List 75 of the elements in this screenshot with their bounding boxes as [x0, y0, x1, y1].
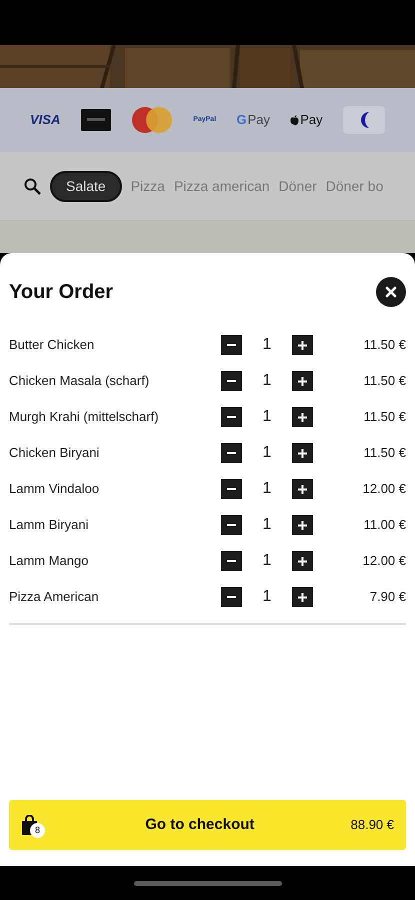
item-price: 12.00 € — [362, 480, 406, 498]
item-name: Pizza American — [9, 588, 100, 606]
minus-icon — [227, 524, 236, 526]
search-icon[interactable] — [24, 178, 41, 194]
checkout-button[interactable]: 8 Go to checkout 88.90 € — [9, 800, 406, 850]
sheet-title: Your Order — [9, 280, 114, 305]
plus-icon — [298, 376, 307, 386]
item-quantity: 1 — [262, 587, 272, 607]
item-quantity: 1 — [262, 335, 272, 355]
item-name: Lamm Biryani — [9, 516, 90, 534]
decrease-button[interactable] — [221, 551, 242, 571]
decrease-button[interactable] — [221, 515, 242, 535]
item-name: Butter Chicken — [9, 336, 96, 354]
plus-icon — [298, 340, 307, 350]
increase-button[interactable] — [292, 335, 313, 355]
increase-button[interactable] — [292, 407, 313, 427]
increase-button[interactable] — [292, 515, 313, 535]
item-price: 11.50 € — [362, 372, 406, 390]
minus-icon — [227, 596, 236, 598]
item-count-badge: 8 — [30, 823, 45, 838]
minus-icon — [227, 416, 236, 418]
category-tab[interactable]: Pizza american — [174, 172, 270, 200]
item-quantity: 1 — [262, 371, 272, 391]
close-button[interactable] — [376, 277, 406, 307]
plus-icon — [298, 556, 307, 566]
item-price: 11.00 € — [362, 516, 406, 534]
minus-icon — [227, 488, 236, 490]
item-price: 11.50 € — [362, 408, 406, 426]
item-quantity: 1 — [262, 407, 272, 427]
checkout-label: Go to checkout — [144, 814, 256, 835]
increase-button[interactable] — [292, 479, 313, 499]
plus-icon — [298, 592, 307, 602]
category-tab[interactable]: Döner — [278, 172, 317, 200]
minus-icon — [227, 560, 236, 562]
category-tab[interactable]: Döner bo — [326, 172, 384, 200]
plus-icon — [298, 448, 307, 458]
item-price: 11.50 € — [362, 444, 406, 462]
item-name: Murgh Krahi (mittelscharf) — [9, 408, 160, 426]
plus-icon — [298, 520, 307, 530]
increase-button[interactable] — [292, 371, 313, 391]
item-quantity: 1 — [262, 443, 272, 463]
decrease-button[interactable] — [221, 443, 242, 463]
plus-icon — [298, 412, 307, 422]
item-name: Chicken Masala (scharf) — [9, 372, 150, 390]
increase-button[interactable] — [292, 587, 313, 607]
decrease-button[interactable] — [221, 479, 242, 499]
checkout-total: 88.90 € — [350, 816, 394, 834]
decrease-button[interactable] — [221, 371, 242, 391]
decrease-button[interactable] — [221, 587, 242, 607]
decrease-button[interactable] — [221, 335, 242, 355]
item-quantity: 1 — [262, 479, 272, 499]
item-quantity: 1 — [262, 515, 272, 535]
item-price: 12.00 € — [362, 552, 406, 570]
item-price: 11.50 € — [362, 336, 406, 354]
item-quantity: 1 — [262, 551, 272, 571]
category-tab[interactable]: Pizza — [130, 172, 165, 200]
minus-icon — [227, 452, 236, 454]
item-name: Lamm Mango — [9, 552, 90, 570]
visa-logo: VISA — [30, 111, 60, 130]
item-price: 7.90 € — [368, 588, 406, 606]
card-logo — [80, 109, 111, 131]
item-name: Chicken Biryani — [9, 444, 100, 462]
increase-button[interactable] — [292, 551, 313, 571]
plus-icon — [298, 484, 307, 494]
close-icon — [385, 286, 397, 298]
increase-button[interactable] — [292, 443, 313, 463]
item-name: Lamm Vindaloo — [9, 480, 100, 498]
decrease-button[interactable] — [221, 407, 242, 427]
applepay-logo: Pay — [290, 110, 323, 130]
mastercard-logo — [130, 107, 173, 133]
gpay-logo: GPay — [236, 111, 270, 130]
category-tab[interactable]: Salate — [50, 170, 122, 202]
minus-icon — [227, 344, 236, 346]
minus-icon — [227, 380, 236, 382]
wallet-logo — [342, 106, 385, 134]
